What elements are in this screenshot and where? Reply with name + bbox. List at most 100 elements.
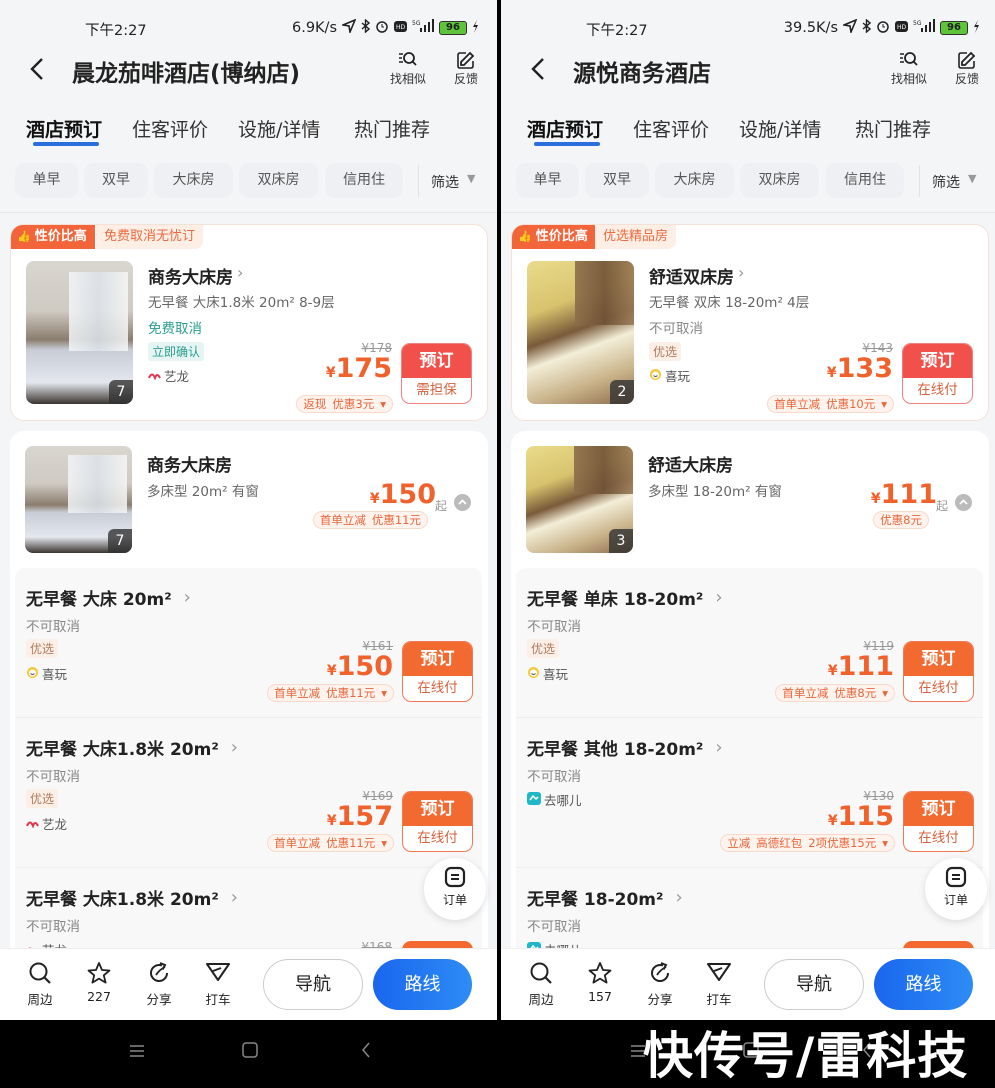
location-icon [841,18,858,37]
orders-float-button[interactable]: 订单 [925,858,987,920]
feedback-button[interactable]: 反馈 [448,50,484,87]
book-button[interactable]: 预订 在线付 [903,791,974,852]
promo-tag[interactable]: 立减 高德红包 2项优惠15元 ▾ [720,834,895,852]
rate-row[interactable]: 无早餐 单床 18-20m² › 不可取消 优选 喜玩 ¥119 ¥111 首单立减 优惠8元 ▾… [516,568,983,718]
bluetooth-icon [862,18,872,37]
rate-name[interactable]: 无早餐 18-20m² › [527,885,683,910]
tab-0[interactable]: 酒店预订 [527,115,603,142]
room-name[interactable]: 舒适双床房 › [649,263,744,288]
bottom-search-button[interactable]: 周边 [516,961,566,1008]
group-price: ¥111 [871,479,937,510]
route-button[interactable]: 路线 [373,959,472,1010]
room-photo-detail [68,272,128,352]
rate-name-label: 无早餐 大床1.8米 20m² [26,740,219,760]
bottom-search-button[interactable]: 周边 [15,961,65,1008]
share-icon [134,961,184,989]
promo-tag[interactable]: 首单立减 优惠11元 ▾ [267,834,394,852]
book-button[interactable]: 预订 需担保 [401,343,472,404]
promo-tag[interactable]: 首单立减 优惠11元 [312,511,428,529]
book-button[interactable]: 预订 在线付 [902,343,973,404]
room-photo[interactable]: 2 [527,261,634,404]
book-button[interactable]: 预订 在线付 [402,791,473,852]
navigate-button[interactable]: 导航 [263,959,363,1010]
promo-tag[interactable]: 首单立减 优惠8元 ▾ [775,684,895,702]
room-photo[interactable]: 7 [26,261,133,404]
bottom-star-button[interactable]: 227 [74,961,124,1004]
promo-tag[interactable]: 优惠8元 [873,511,929,529]
price-value: 150 [379,479,436,510]
tab-1[interactable]: 住客评价 [132,115,208,142]
book-button[interactable]: 预订 在线付 [402,641,473,702]
hd-icon: HD [895,20,908,36]
hd-icon: HD [394,20,407,36]
rate-row[interactable]: 无早餐 大床 20m² › 不可取消 优选 喜玩 ¥161 ¥150 首单立减 优惠11元 ▾ 预订… [15,568,482,718]
filter-chip[interactable]: 双早 [585,163,649,198]
tab-3[interactable]: 热门推荐 [354,115,430,142]
filter-chip[interactable]: 信用住 [325,163,403,198]
room-name[interactable]: 商务大床房 › [148,263,243,288]
chevron-right-icon: › [738,263,745,282]
tab-0[interactable]: 酒店预订 [26,115,102,142]
caret-down-icon: ▾ [381,686,387,700]
taxi-icon [193,961,243,989]
find-similar-button[interactable]: 找相似 [390,50,426,87]
find-similar-button[interactable]: 找相似 [891,50,927,87]
feedback-button[interactable]: 反馈 [949,50,985,87]
tab-3[interactable]: 热门推荐 [855,115,931,142]
book-button[interactable]: 预订 在线付 [903,641,974,702]
back-icon[interactable] [531,57,545,85]
filter-chip[interactable]: 双早 [84,163,148,198]
bottom-share-button[interactable]: 分享 [635,961,685,1008]
promo-tag[interactable]: 首单立减 优惠11元 ▾ [267,684,394,702]
filter-more-button[interactable]: 筛选 ▼ [431,172,475,192]
back-nav-icon[interactable] [361,1042,371,1062]
collapse-icon[interactable] [454,494,471,515]
rate-name-label: 无早餐 18-20m² [527,890,664,910]
thumbs-up-icon: 👍 [518,230,532,243]
rate-name[interactable]: 无早餐 单床 18-20m² › [527,585,723,610]
bottom-share-button[interactable]: 分享 [134,961,184,1008]
tab-2[interactable]: 设施/详情 [739,115,821,142]
bottom-star-button[interactable]: 157 [575,961,625,1004]
system-nav-bar [0,1020,497,1080]
bottom-taxi-button[interactable]: 打车 [193,961,243,1008]
currency-symbol: ¥ [827,813,838,829]
bottom-taxi-button[interactable]: 打车 [694,961,744,1008]
filter-chip[interactable]: 大床房 [154,163,233,198]
rate-name[interactable]: 无早餐 大床1.8米 20m² › [26,735,238,760]
collapse-icon[interactable] [955,494,972,515]
tab-1[interactable]: 住客评价 [633,115,709,142]
navigate-button[interactable]: 导航 [764,959,864,1010]
featured-room-card[interactable]: 👍 性价比高 免费取消无忧订 7 商务大床房 › 无早餐 大床1.8米 20m² 8-9层免… [10,224,488,421]
filter-chip[interactable]: 双床房 [740,163,819,198]
room-specs: 无早餐 大床1.8米 20m² 8-9层 [148,295,335,311]
rate-name[interactable]: 无早餐 大床 20m² › [26,585,191,610]
rate-row[interactable]: 无早餐 大床1.8米 20m² › 不可取消 优选 艺龙 ¥169 ¥157 首单立减 优惠11… [15,718,482,868]
value-badge: 👍 性价比高 [512,225,596,249]
filter-chip[interactable]: 双床房 [239,163,318,198]
featured-room-card[interactable]: 👍 性价比高 优选精品房 2 舒适双床房 › 无早餐 双床 18-20m² 4层 不可取消 优选… [511,224,989,421]
room-photo[interactable]: 7 [25,446,132,553]
vendor: 艺龙 [148,366,189,385]
filter-chip[interactable]: 单早 [15,163,78,198]
tab-2[interactable]: 设施/详情 [238,115,320,142]
book-payment-label: 需担保 [416,382,457,398]
promo-tag[interactable]: 首单立减 优惠10元 ▾ [767,395,894,413]
room-photo[interactable]: 3 [526,446,633,553]
menu-icon[interactable] [129,1043,145,1062]
back-icon[interactable] [30,57,44,85]
promo-tag[interactable]: 返现 优惠3元 ▾ [296,395,393,413]
filter-more-button[interactable]: 筛选 ▼ [932,172,976,192]
rate-name[interactable]: 无早餐 大床1.8米 20m² › [26,885,238,910]
home-icon[interactable] [242,1042,258,1062]
filter-chip[interactable]: 大床房 [655,163,734,198]
route-button[interactable]: 路线 [874,959,973,1010]
rate-row[interactable]: 无早餐 其他 18-20m² › 不可取消 去哪儿 ¥130 ¥115 立减 高德红包 2项优惠… [516,718,983,868]
orders-float-button[interactable]: 订单 [424,858,486,920]
battery-indicator: 96 [439,21,467,35]
vendor-name: 喜玩 [42,667,68,682]
rate-name[interactable]: 无早餐 其他 18-20m² › [527,735,723,760]
filter-chip[interactable]: 信用住 [826,163,904,198]
filter-chip[interactable]: 单早 [516,163,579,198]
location-icon [340,18,357,37]
